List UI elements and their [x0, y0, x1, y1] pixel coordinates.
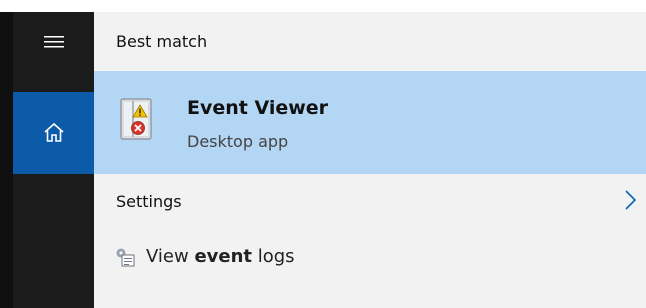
settings-section-header[interactable]: Settings	[94, 186, 646, 220]
results-panel: Best match Event Viewer Desktop app Sett…	[94, 12, 646, 308]
settings-header: Settings	[116, 192, 182, 211]
setting-item-view-event-logs[interactable]: View event logs	[94, 240, 646, 280]
settings-log-icon	[116, 248, 135, 267]
result-title: Event Viewer	[187, 97, 329, 119]
setting-text-before: View	[146, 246, 195, 267]
home-icon	[43, 122, 64, 142]
start-search-results: Best match Event Viewer Desktop app Sett…	[0, 0, 646, 308]
best-match-header: Best match	[116, 32, 208, 51]
home-button[interactable]	[13, 92, 94, 174]
best-match-result[interactable]: Event Viewer Desktop app	[94, 71, 646, 174]
event-viewer-icon	[120, 98, 152, 140]
setting-text-after: logs	[252, 246, 295, 267]
hamburger-icon	[43, 35, 64, 47]
setting-text-bold: event	[194, 246, 253, 267]
rail-edge	[0, 12, 13, 308]
top-gap	[0, 0, 646, 12]
setting-item-label: View event logs	[146, 246, 295, 267]
result-subtitle: Desktop app	[187, 132, 289, 151]
menu-button[interactable]	[13, 12, 94, 71]
chevron-right-icon[interactable]	[620, 188, 640, 212]
